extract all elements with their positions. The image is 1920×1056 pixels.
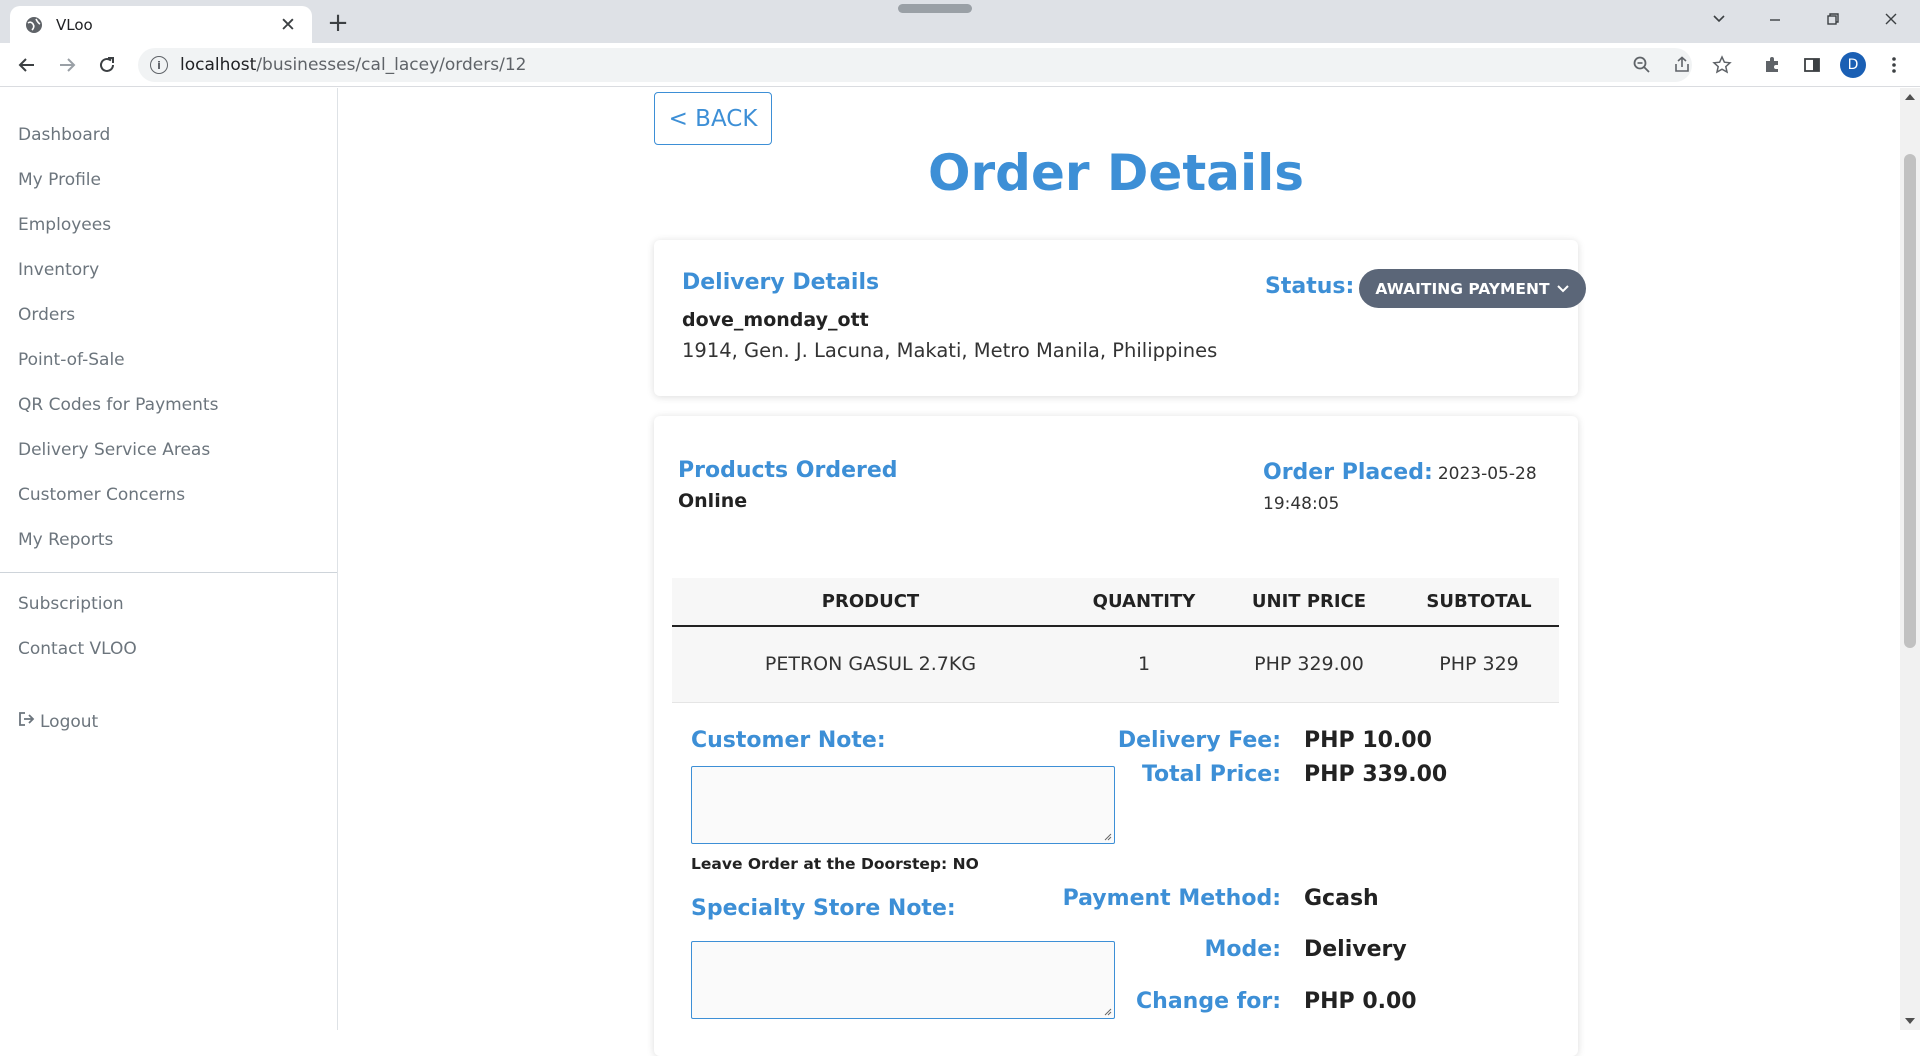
bookmark-star-icon[interactable] bbox=[1710, 53, 1734, 77]
sidebar-item-dashboard[interactable]: Dashboard bbox=[18, 125, 110, 145]
browser-menu-icon[interactable] bbox=[1882, 53, 1906, 77]
restore-button[interactable] bbox=[1814, 6, 1852, 32]
column-header-product: PRODUCT bbox=[672, 578, 1069, 627]
minimize-button[interactable] bbox=[1756, 6, 1794, 32]
browser-tab[interactable]: VLoo ✕ bbox=[10, 6, 312, 43]
new-tab-button[interactable]: + bbox=[324, 8, 352, 38]
mode-label: Mode: bbox=[1204, 937, 1281, 962]
column-header-subtotal: SUBTOTAL bbox=[1399, 578, 1559, 627]
back-arrow-icon[interactable] bbox=[12, 50, 42, 80]
order-placed-time: 19:48:05 bbox=[1263, 494, 1340, 514]
chevron-down-icon bbox=[1556, 280, 1570, 298]
close-window-button[interactable] bbox=[1872, 6, 1910, 32]
page-viewport: Dashboard My Profile Employees Inventory… bbox=[0, 88, 1920, 1056]
logout-icon bbox=[18, 711, 36, 732]
delivery-heading: Delivery Details bbox=[682, 270, 880, 295]
column-header-quantity: QUANTITY bbox=[1069, 578, 1219, 627]
order-channel: Online bbox=[678, 490, 748, 512]
browser-toolbar: i localhost/businesses/cal_lacey/orders/… bbox=[0, 43, 1920, 87]
side-panel-icon[interactable] bbox=[1800, 53, 1824, 77]
products-table: PRODUCT QUANTITY UNIT PRICE SUBTOTAL PET… bbox=[672, 578, 1559, 703]
sidebar-item-customer-concerns[interactable]: Customer Concerns bbox=[18, 485, 185, 505]
back-button[interactable]: < BACK bbox=[654, 92, 772, 145]
tab-title: VLoo bbox=[56, 15, 93, 34]
order-placed-date: 2023-05-28 bbox=[1437, 464, 1537, 484]
customer-username: dove_monday_ott bbox=[682, 309, 869, 331]
sidebar-item-inventory[interactable]: Inventory bbox=[18, 260, 99, 280]
products-card: Products Ordered Online Order Placed: 20… bbox=[654, 416, 1578, 1056]
url-text: localhost/businesses/cal_lacey/orders/12 bbox=[180, 55, 527, 75]
scrollbar-thumb[interactable] bbox=[1904, 154, 1916, 648]
address-bar[interactable]: i localhost/businesses/cal_lacey/orders/… bbox=[138, 48, 1692, 82]
site-info-icon[interactable]: i bbox=[150, 56, 168, 74]
main-content: < BACK Order Details Delivery Details do… bbox=[338, 88, 1900, 1056]
page-title: Order Details bbox=[927, 144, 1305, 202]
order-placed-label: Order Placed: bbox=[1263, 460, 1433, 485]
sidebar-item-qr-codes[interactable]: QR Codes for Payments bbox=[18, 395, 218, 415]
column-header-unit-price: UNIT PRICE bbox=[1219, 578, 1399, 627]
globe-icon bbox=[24, 15, 44, 35]
table-row: PETRON GASUL 2.7KG 1 PHP 329.00 PHP 329 bbox=[672, 626, 1559, 703]
store-note-label: Specialty Store Note: bbox=[691, 896, 956, 921]
delivery-fee-label: Delivery Fee: bbox=[1117, 728, 1281, 753]
delivery-card: Delivery Details dove_monday_ott 1914, G… bbox=[654, 240, 1586, 396]
table-header-row: PRODUCT QUANTITY UNIT PRICE SUBTOTAL bbox=[672, 578, 1559, 627]
customer-note-label: Customer Note: bbox=[691, 728, 886, 753]
cell-unit-price: PHP 329.00 bbox=[1219, 626, 1399, 703]
tab-search-icon[interactable] bbox=[1700, 6, 1738, 32]
extensions-icon[interactable] bbox=[1760, 53, 1784, 77]
zoom-icon[interactable] bbox=[1630, 53, 1654, 77]
mode-value: Delivery bbox=[1304, 937, 1407, 962]
status-value: AWAITING PAYMENT bbox=[1375, 279, 1550, 298]
payment-method-label: Payment Method: bbox=[1062, 886, 1281, 911]
total-price-value: PHP 339.00 bbox=[1304, 762, 1448, 787]
sidebar-item-delivery-areas[interactable]: Delivery Service Areas bbox=[18, 440, 210, 460]
resize-grip-icon[interactable] bbox=[1103, 832, 1112, 841]
sidebar-item-my-reports[interactable]: My Reports bbox=[18, 530, 113, 550]
doorstep-text: Leave Order at the Doorstep: NO bbox=[691, 855, 979, 873]
scroll-up-arrow-icon[interactable] bbox=[1905, 94, 1915, 100]
profile-avatar[interactable]: D bbox=[1840, 52, 1866, 78]
window-drag-handle[interactable] bbox=[898, 4, 972, 13]
sidebar-item-contact[interactable]: Contact VLOO bbox=[18, 639, 137, 659]
order-placed: Order Placed: 2023-05-28 19:48:05 bbox=[1263, 458, 1543, 519]
delivery-fee-value: PHP 10.00 bbox=[1304, 728, 1432, 753]
total-price-label: Total Price: bbox=[1141, 762, 1281, 787]
close-tab-icon[interactable]: ✕ bbox=[278, 14, 298, 36]
page-scrollbar[interactable] bbox=[1900, 88, 1920, 1030]
sidebar-item-employees[interactable]: Employees bbox=[18, 215, 111, 235]
products-heading: Products Ordered bbox=[678, 458, 898, 483]
reload-icon[interactable] bbox=[92, 50, 122, 80]
sidebar-item-my-profile[interactable]: My Profile bbox=[18, 170, 101, 190]
logout-label: Logout bbox=[40, 711, 99, 732]
cell-quantity: 1 bbox=[1069, 626, 1219, 703]
scroll-down-arrow-icon[interactable] bbox=[1905, 1018, 1915, 1024]
change-for-label: Change for: bbox=[1136, 989, 1281, 1014]
sidebar-item-point-of-sale[interactable]: Point-of-Sale bbox=[18, 350, 125, 370]
forward-arrow-icon[interactable] bbox=[52, 50, 82, 80]
browser-tabstrip: VLoo ✕ + bbox=[0, 0, 1920, 43]
payment-method-value: Gcash bbox=[1304, 886, 1379, 911]
sidebar-item-subscription[interactable]: Subscription bbox=[18, 594, 124, 614]
cell-subtotal: PHP 329 bbox=[1399, 626, 1559, 703]
sidebar-item-orders[interactable]: Orders bbox=[18, 305, 75, 325]
cell-product: PETRON GASUL 2.7KG bbox=[672, 626, 1069, 703]
status-label: Status: bbox=[1265, 274, 1355, 299]
share-icon[interactable] bbox=[1670, 53, 1694, 77]
logout-link[interactable]: Logout bbox=[18, 711, 98, 732]
sidebar-divider bbox=[0, 572, 337, 573]
sidebar: Dashboard My Profile Employees Inventory… bbox=[0, 88, 338, 1030]
delivery-address: 1914, Gen. J. Lacuna, Makati, Metro Mani… bbox=[682, 339, 1218, 362]
status-dropdown[interactable]: AWAITING PAYMENT bbox=[1359, 269, 1586, 308]
change-for-value: PHP 0.00 bbox=[1304, 989, 1417, 1014]
